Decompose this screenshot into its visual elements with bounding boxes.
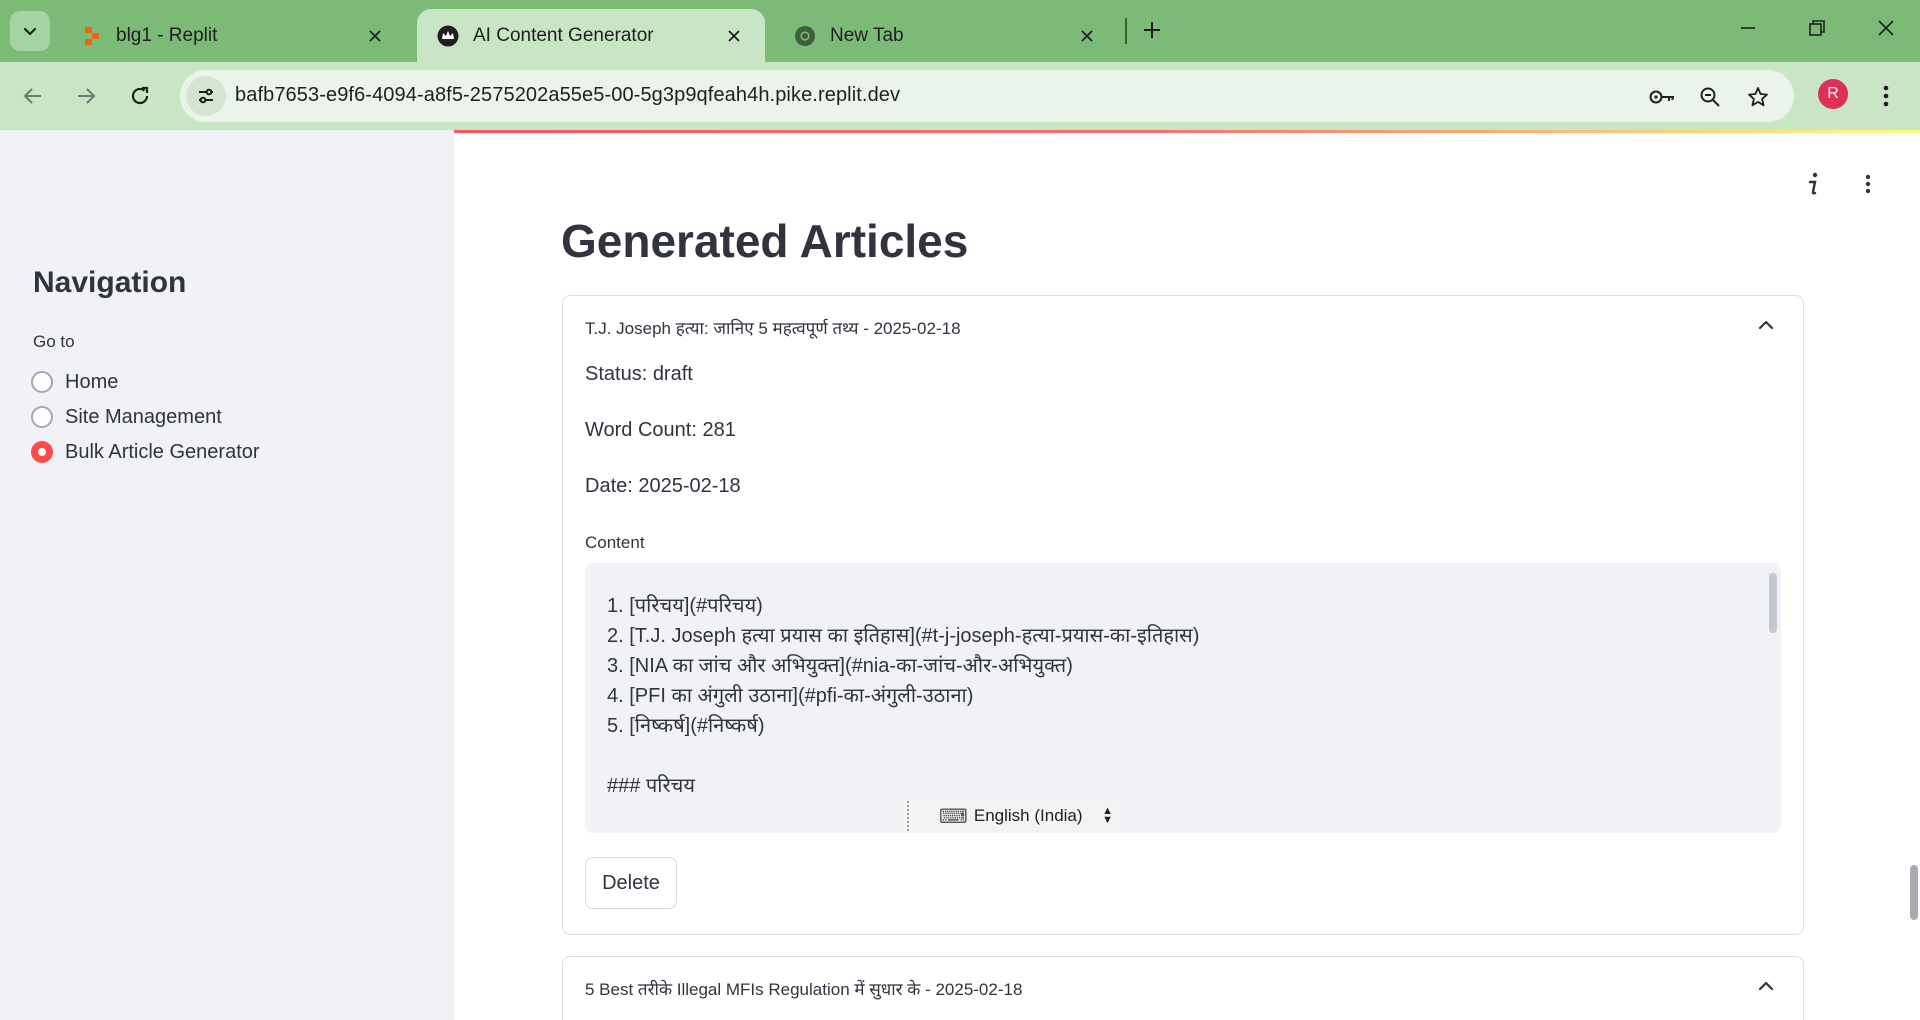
tab-title: AI Content Generator xyxy=(473,24,654,46)
key-icon xyxy=(1649,90,1674,104)
tab-title: New Tab xyxy=(830,24,904,46)
close-icon xyxy=(1878,20,1894,36)
radio-option-site-management[interactable]: Site Management xyxy=(31,402,222,432)
zoom-button[interactable] xyxy=(1694,81,1726,113)
article-date: Date: 2025-02-18 xyxy=(585,475,741,497)
more-vertical-icon xyxy=(1883,85,1889,107)
content-label: Content xyxy=(585,533,645,552)
app-page: Navigation Go to Home Site Management Bu… xyxy=(0,130,1920,1020)
url-text: bafb7653-e9f6-4094-a8f5-2575202a55e5-00-… xyxy=(235,84,901,106)
address-bar[interactable]: bafb7653-e9f6-4094-a8f5-2575202a55e5-00-… xyxy=(180,70,1794,122)
site-info-button[interactable] xyxy=(186,76,226,116)
browser-menu-button[interactable] xyxy=(1868,76,1904,116)
ime-language-bar[interactable]: ⌨ English (India) ▲ ▼ xyxy=(897,799,1121,833)
expander-header[interactable]: T.J. Joseph हत्या: जानिए 5 महत्वपूर्ण तथ… xyxy=(585,316,961,339)
tab-search-button[interactable] xyxy=(10,11,50,51)
browser-toolbar: bafb7653-e9f6-4094-a8f5-2575202a55e5-00-… xyxy=(0,62,1920,130)
minimize-button[interactable] xyxy=(1724,8,1772,48)
expander-header[interactable]: 5 Best तरीके Illegal MFIs Regulation में… xyxy=(585,977,1022,1000)
chevron-up-icon[interactable] xyxy=(1755,314,1777,336)
info-button[interactable] xyxy=(1798,166,1828,202)
radio-label: Site Management xyxy=(65,405,222,428)
zoom-out-icon xyxy=(1700,87,1720,107)
article-status: Status: draft xyxy=(585,363,693,385)
replit-icon xyxy=(85,26,99,45)
radio-option-bulk-article-generator[interactable]: Bulk Article Generator xyxy=(31,437,260,467)
close-tab-icon[interactable] xyxy=(1076,25,1098,47)
browser-tab-strip: blg1 - Replit AI Content Generator New T… xyxy=(0,0,1920,62)
drag-handle[interactable] xyxy=(899,801,909,831)
tab-separator xyxy=(1125,18,1127,44)
more-vertical-icon xyxy=(1865,174,1871,194)
new-tab-button[interactable] xyxy=(1134,12,1170,48)
tab-blg1-replit[interactable]: blg1 - Replit xyxy=(62,9,406,62)
ime-switch-icon[interactable]: ▲ ▼ xyxy=(1102,806,1113,826)
page-scrollbar[interactable] xyxy=(1910,865,1918,920)
close-tab-icon[interactable] xyxy=(723,25,745,47)
tab-ai-content-generator[interactable]: AI Content Generator xyxy=(417,9,765,62)
article-expander: 5 Best तरीके Illegal MFIs Regulation में… xyxy=(562,956,1804,1020)
password-key-button[interactable] xyxy=(1646,81,1678,113)
tab-new-tab[interactable]: New Tab xyxy=(774,9,1118,62)
keyboard-icon: ⌨ xyxy=(939,805,968,828)
minimize-icon xyxy=(1741,27,1755,29)
radio-group-label: Go to xyxy=(33,332,75,351)
info-icon xyxy=(1808,172,1818,195)
radio-label: Bulk Article Generator xyxy=(65,440,260,463)
reload-button[interactable] xyxy=(120,76,160,116)
content-textarea[interactable]: 1. [परिचय](#परिचय) 2. [T.J. Joseph हत्या… xyxy=(585,563,1781,833)
sidebar-title: Navigation xyxy=(33,266,187,299)
radio-label: Home xyxy=(65,370,119,393)
forward-button[interactable] xyxy=(66,76,106,116)
bookmark-button[interactable] xyxy=(1742,81,1774,113)
radio-button-selected[interactable] xyxy=(31,441,53,463)
chevron-down-icon xyxy=(23,27,37,36)
close-tab-icon[interactable] xyxy=(364,25,386,47)
radio-option-home[interactable]: Home xyxy=(31,367,118,397)
article-expander: T.J. Joseph हत्या: जानिए 5 महत्वपूर्ण तथ… xyxy=(562,295,1804,935)
tune-icon xyxy=(199,88,213,104)
profile-avatar[interactable]: R xyxy=(1818,79,1848,109)
tab-title: blg1 - Replit xyxy=(116,24,218,46)
radio-button[interactable] xyxy=(31,406,53,428)
restore-icon xyxy=(1809,20,1825,36)
streamlit-crown-icon xyxy=(437,25,459,46)
reload-icon xyxy=(131,86,149,105)
article-word-count: Word Count: 281 xyxy=(585,419,736,441)
restore-button[interactable] xyxy=(1793,8,1841,48)
close-window-button[interactable] xyxy=(1862,8,1910,48)
delete-button[interactable]: Delete xyxy=(585,857,677,909)
radio-button[interactable] xyxy=(31,371,53,393)
page-title: Generated Articles xyxy=(561,215,969,267)
star-icon xyxy=(1748,87,1768,107)
arrow-right-icon xyxy=(78,88,96,104)
chevron-up-icon[interactable] xyxy=(1755,975,1777,997)
plus-icon xyxy=(1144,22,1160,38)
arrow-left-icon xyxy=(23,88,41,104)
app-menu-button[interactable] xyxy=(1853,166,1883,202)
chrome-icon xyxy=(795,25,815,46)
sidebar: Navigation Go to Home Site Management Bu… xyxy=(0,130,454,1020)
back-button[interactable] xyxy=(13,76,53,116)
ime-language-label: English (India) xyxy=(973,806,1083,825)
content-text: 1. [परिचय](#परिचय) 2. [T.J. Joseph हत्या… xyxy=(607,595,1200,797)
textarea-scrollbar[interactable] xyxy=(1769,573,1777,633)
